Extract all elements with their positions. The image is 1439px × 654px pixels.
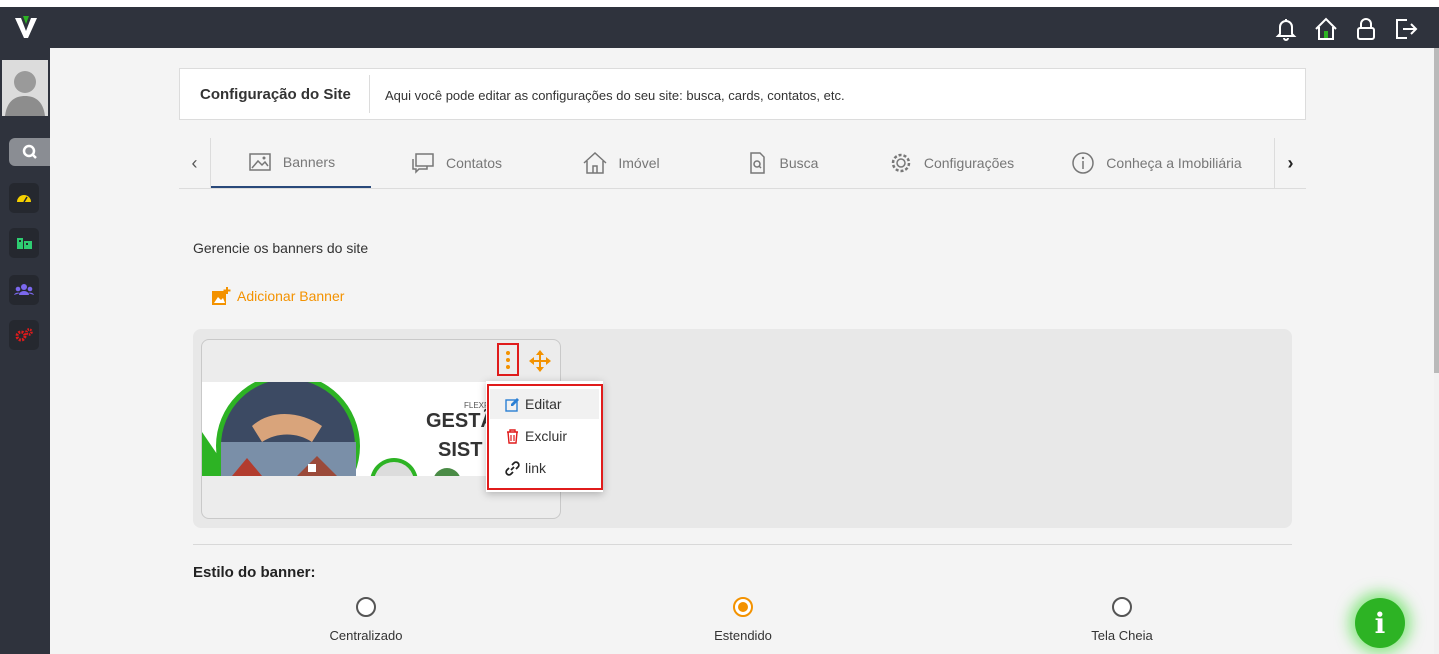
logo-icon[interactable] [12,13,40,41]
chat-icon [412,153,434,174]
radio-label: Estendido [714,628,772,643]
sidebar-item-users[interactable] [9,275,39,305]
trash-icon [507,428,518,444]
kebab-dot [506,357,510,362]
menu-item-label: link [525,460,547,476]
menu-item-edit[interactable]: Editar [490,389,599,419]
add-image-icon [212,287,231,305]
sidebar [0,48,50,654]
section-label: Gerencie os banners do site [193,240,369,256]
page-title: Configuração do Site [200,86,351,103]
banner-text-line2: SIST [438,439,482,461]
tab-configuracoes[interactable]: Configurações [861,138,1041,188]
search-icon [22,144,37,159]
scrollbar-thumb[interactable] [1434,48,1439,373]
radio-button[interactable] [356,597,376,617]
radio-option-estendido[interactable]: Estendido [673,597,813,643]
kebab-dot [506,364,510,369]
sidebar-item-dashboard[interactable] [9,183,39,213]
tabs-scroll-left-button[interactable]: ‹ [179,138,211,188]
info-icon [1072,152,1095,174]
gauge-icon [17,195,31,203]
tab-label: Conheça a Imobiliária [1106,155,1242,171]
gear-icon [891,153,911,173]
radio-label: Tela Cheia [1091,628,1153,643]
section-divider [193,544,1292,545]
page-scrollbar[interactable] [1434,48,1439,654]
page-description: Aqui você pode editar as configurações d… [385,88,845,103]
house-icon [583,151,607,174]
tab-label: Banners [282,154,336,170]
info-fab-button[interactable]: i [1355,598,1405,648]
search-doc-icon [749,152,765,174]
sidebar-search-button[interactable] [9,138,50,166]
add-banner-button[interactable]: Adicionar Banner [211,286,344,306]
bell-icon[interactable] [1273,16,1299,42]
banner-style-title: Estilo do banner: [193,564,316,581]
sidebar-item-properties[interactable] [9,228,39,258]
link-icon [505,460,520,476]
kebab-dot [506,350,510,355]
avatar[interactable] [2,60,48,116]
menu-item-label: Excluir [525,428,568,444]
banner-options-button[interactable] [497,343,519,376]
radio-button-checked[interactable] [733,597,753,617]
sidebar-item-settings[interactable] [9,320,39,350]
tabs-scroll-right-button[interactable]: › [1274,138,1306,188]
radio-label: Centralizado [329,628,403,643]
tab-banners[interactable]: Banners [211,138,371,188]
image-icon [249,153,271,171]
add-banner-label: Adicionar Banner [237,288,345,304]
gears-icon [15,328,33,342]
home-icon[interactable] [1313,16,1339,42]
radio-button[interactable] [1112,597,1132,617]
radio-option-tela-cheia[interactable]: Tela Cheia [1052,597,1192,643]
top-navbar [0,0,1439,48]
logout-icon[interactable] [1393,16,1419,42]
radio-option-centralizado[interactable]: Centralizado [296,597,436,643]
menu-item-delete[interactable]: Excluir [490,421,599,451]
tab-contatos[interactable]: Contatos [371,138,541,188]
banner-options-menu: Editar Excluir link [486,381,603,492]
top-icons [1273,16,1419,42]
tab-busca[interactable]: Busca [701,138,861,188]
menu-item-link[interactable]: link [490,453,599,483]
tab-conheca-imobiliaria[interactable]: Conheça a Imobiliária [1041,138,1271,188]
tab-label: Configurações [923,155,1015,171]
buildings-icon [17,238,32,249]
users-icon [14,284,34,295]
edit-icon [505,397,519,412]
tab-label: Busca [779,155,819,171]
lock-icon[interactable] [1353,16,1379,42]
tab-imovel[interactable]: Imóvel [541,138,701,188]
header-divider [369,75,370,113]
menu-item-label: Editar [525,396,562,412]
banner-text-line1: GESTÃ [426,409,495,432]
page-header: Configuração do Site Aqui você pode edit… [179,68,1306,120]
settings-tabs: ‹ Banners Contatos Imóvel Busca Configur… [179,138,1306,189]
tab-label: Imóvel [618,155,660,171]
move-icon[interactable] [527,348,553,374]
tab-label: Contatos [445,155,503,171]
